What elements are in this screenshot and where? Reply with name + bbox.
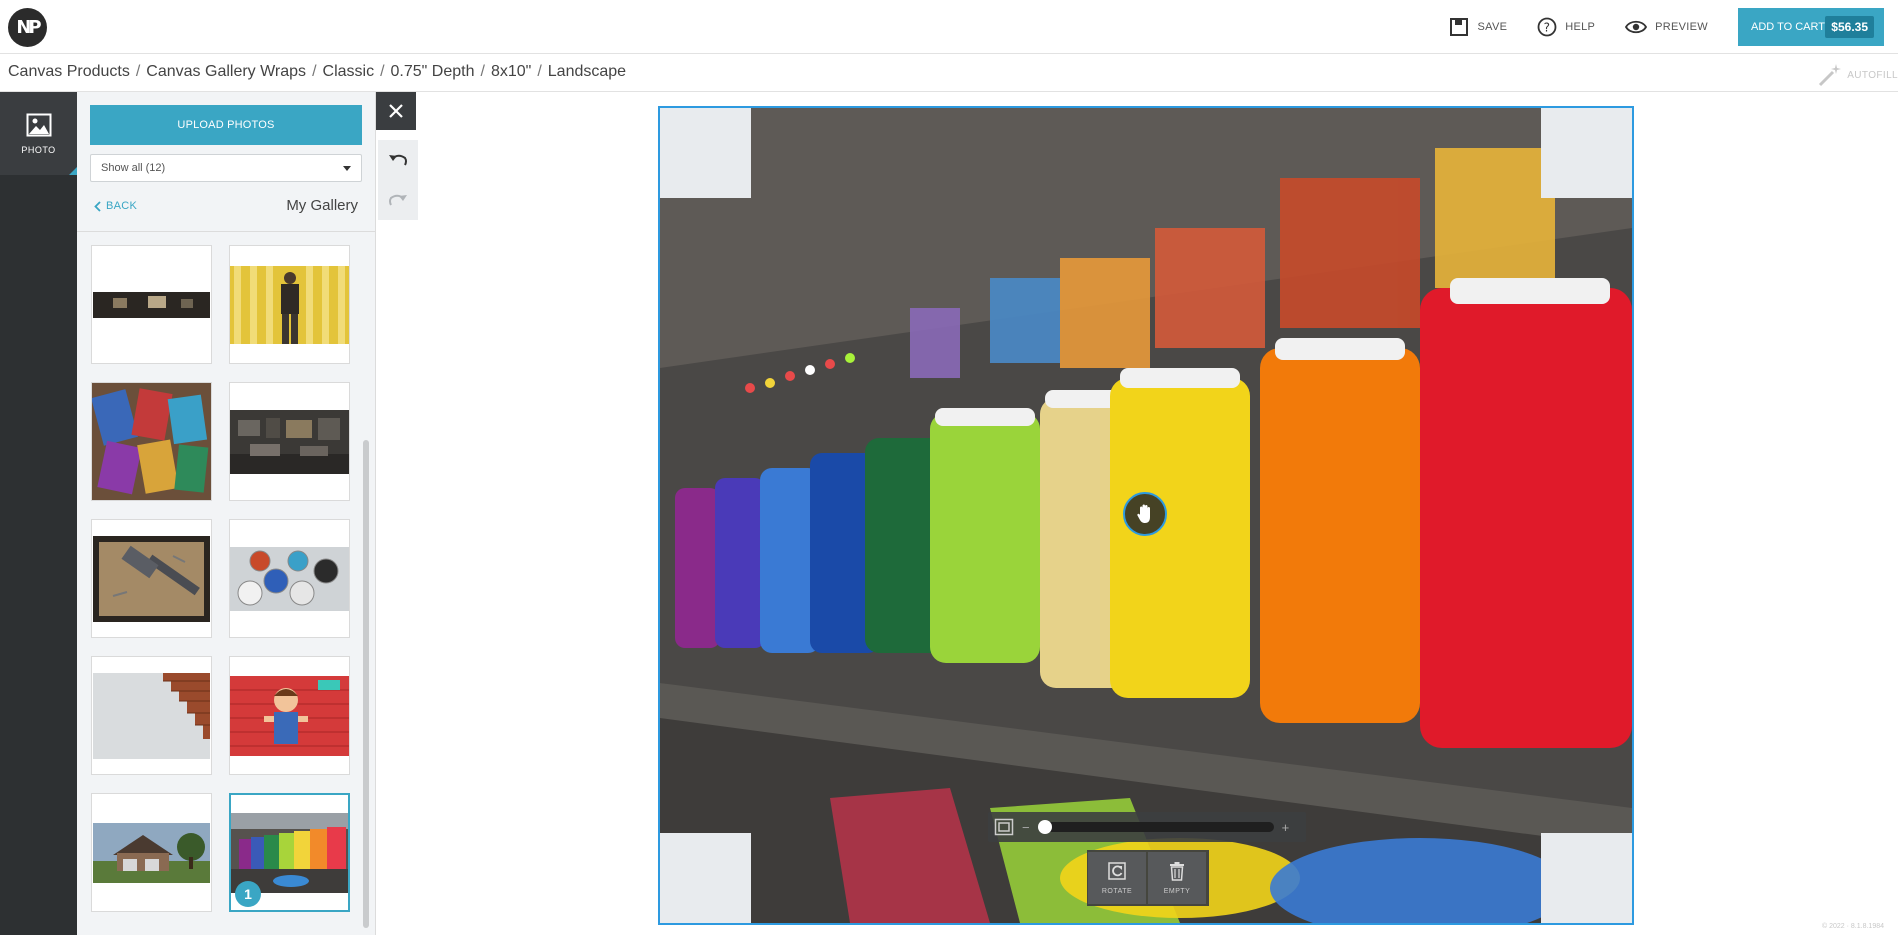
breadcrumb-item[interactable]: Canvas Gallery Wraps xyxy=(146,63,306,81)
back-label: BACK xyxy=(106,200,138,212)
copyright-text: © 2022 · 8.1.8.1984 xyxy=(1822,923,1884,930)
pan-handle[interactable] xyxy=(1123,492,1167,536)
gallery-grid: 1 xyxy=(77,231,376,935)
breadcrumb-bar: Canvas Products / Canvas Gallery Wraps /… xyxy=(0,54,1898,92)
upload-photos-button[interactable]: UPLOAD PHOTOS xyxy=(90,105,362,145)
back-link[interactable]: BACK xyxy=(94,200,137,212)
close-icon xyxy=(389,104,403,118)
thumbnail-image xyxy=(230,409,349,474)
zoom-slider-knob[interactable] xyxy=(1037,820,1052,834)
thumbnail-office-interior[interactable] xyxy=(229,382,350,501)
left-rail: PHOTO xyxy=(0,92,77,935)
breadcrumb-item[interactable]: Classic xyxy=(323,63,375,81)
selection-count-badge: 1 xyxy=(235,881,261,907)
help-label: HELP xyxy=(1565,21,1596,33)
magic-wand-icon xyxy=(1819,64,1842,87)
empty-label: EMPTY xyxy=(1163,888,1191,895)
preview-button[interactable]: PREVIEW xyxy=(1625,19,1708,35)
zoom-out-button[interactable]: − xyxy=(1022,820,1030,835)
thumbnail-paint-cans[interactable] xyxy=(229,519,350,638)
breadcrumb-separator: / xyxy=(312,63,317,80)
photo-filter-value: Show all (12) xyxy=(101,162,166,174)
eye-icon xyxy=(1625,20,1648,34)
caret-down-icon xyxy=(343,165,351,171)
thumbnail-brick-wall[interactable] xyxy=(91,656,212,775)
safe-area-corner xyxy=(660,833,751,923)
thumbnail-painter-yellow-stripes[interactable] xyxy=(229,245,350,364)
svg-text:?: ? xyxy=(1544,21,1551,35)
image-tools: ROTATE EMPTY xyxy=(1087,850,1209,906)
rail-item-label: PHOTO xyxy=(21,144,56,155)
thumbnail-image xyxy=(93,291,210,318)
breadcrumb-item[interactable]: Landscape xyxy=(548,63,626,81)
rotate-icon xyxy=(1108,862,1126,880)
breadcrumb-item[interactable]: 0.75" Depth xyxy=(391,63,475,81)
cart-price: $56.35 xyxy=(1825,16,1874,38)
breadcrumb-separator: / xyxy=(480,63,485,80)
thumbnail-image xyxy=(92,383,211,500)
thumbnail-image xyxy=(93,672,210,759)
trash-icon xyxy=(1170,862,1184,881)
undo-button[interactable] xyxy=(378,140,418,180)
thumbnail-cartoon-painter[interactable] xyxy=(229,656,350,775)
add-to-cart-label: ADD TO CART xyxy=(1751,21,1825,33)
redo-button[interactable] xyxy=(378,180,418,220)
zoom-slider[interactable] xyxy=(1037,820,1274,834)
empty-button[interactable]: EMPTY xyxy=(1148,852,1206,904)
preview-label: PREVIEW xyxy=(1655,21,1708,33)
redo-icon xyxy=(389,194,407,206)
rotate-label: ROTATE xyxy=(1101,888,1133,895)
thumbnail-house-exterior[interactable] xyxy=(91,793,212,912)
chevron-left-icon xyxy=(94,200,101,212)
logo[interactable]: NP xyxy=(8,8,47,47)
help-button[interactable]: ? HELP xyxy=(1537,17,1595,37)
breadcrumb-separator: / xyxy=(380,63,385,80)
rail-item-photo[interactable]: PHOTO xyxy=(0,92,77,175)
close-panel-button[interactable] xyxy=(376,92,416,130)
thumbnail-dark-room-panorama[interactable] xyxy=(91,245,212,364)
thumbnail-image xyxy=(93,535,210,622)
thumbnail-paint-jars-selected[interactable]: 1 xyxy=(229,793,350,912)
zoom-toolbar: − + xyxy=(988,812,1306,842)
photo-panel: UPLOAD PHOTOS Show all (12) BACK My Gall… xyxy=(77,92,376,935)
thumbnail-image xyxy=(230,546,349,611)
fit-to-frame-icon[interactable] xyxy=(994,818,1014,836)
thumbnail-hammer-nails[interactable] xyxy=(91,519,212,638)
gallery-title: My Gallery xyxy=(286,197,358,214)
photo-filter-select[interactable]: Show all (12) xyxy=(90,154,362,182)
safe-area-corner xyxy=(1541,833,1632,923)
question-icon: ? xyxy=(1537,17,1557,37)
top-bar: NP SAVE ? HELP PREVIEW ADD TO CART $56.3… xyxy=(0,0,1898,54)
breadcrumb-separator: / xyxy=(135,63,141,80)
gallery-scrollbar[interactable] xyxy=(363,440,369,928)
thumbnail-image xyxy=(93,822,210,883)
safe-area-corner xyxy=(1541,108,1632,198)
autofill-label: AUTOFILL xyxy=(1847,69,1898,81)
rotate-button[interactable]: ROTATE xyxy=(1088,852,1146,904)
breadcrumb-separator: / xyxy=(537,63,542,80)
top-actions: SAVE ? HELP PREVIEW ADD TO CART $56.35 xyxy=(1449,0,1898,54)
save-label: SAVE xyxy=(1477,21,1508,33)
floppy-disk-icon xyxy=(1450,18,1469,36)
zoom-in-button[interactable]: + xyxy=(1282,820,1290,835)
autofill-button[interactable]: AUTOFILL xyxy=(1817,62,1898,88)
save-button[interactable]: SAVE xyxy=(1449,17,1507,37)
history-tools xyxy=(378,140,418,220)
hand-icon xyxy=(1137,504,1150,523)
breadcrumb: Canvas Products / Canvas Gallery Wraps /… xyxy=(8,63,626,81)
safe-area-corner xyxy=(660,108,751,198)
thumbnail-image xyxy=(230,265,349,344)
thumbnail-image xyxy=(230,675,349,756)
image-icon xyxy=(26,113,51,136)
thumbnail-paint-brushes[interactable] xyxy=(91,382,212,501)
add-to-cart-button[interactable]: ADD TO CART $56.35 xyxy=(1738,8,1884,46)
breadcrumb-item[interactable]: Canvas Products xyxy=(8,63,130,81)
undo-icon xyxy=(389,154,407,166)
breadcrumb-item[interactable]: 8x10" xyxy=(491,63,531,81)
